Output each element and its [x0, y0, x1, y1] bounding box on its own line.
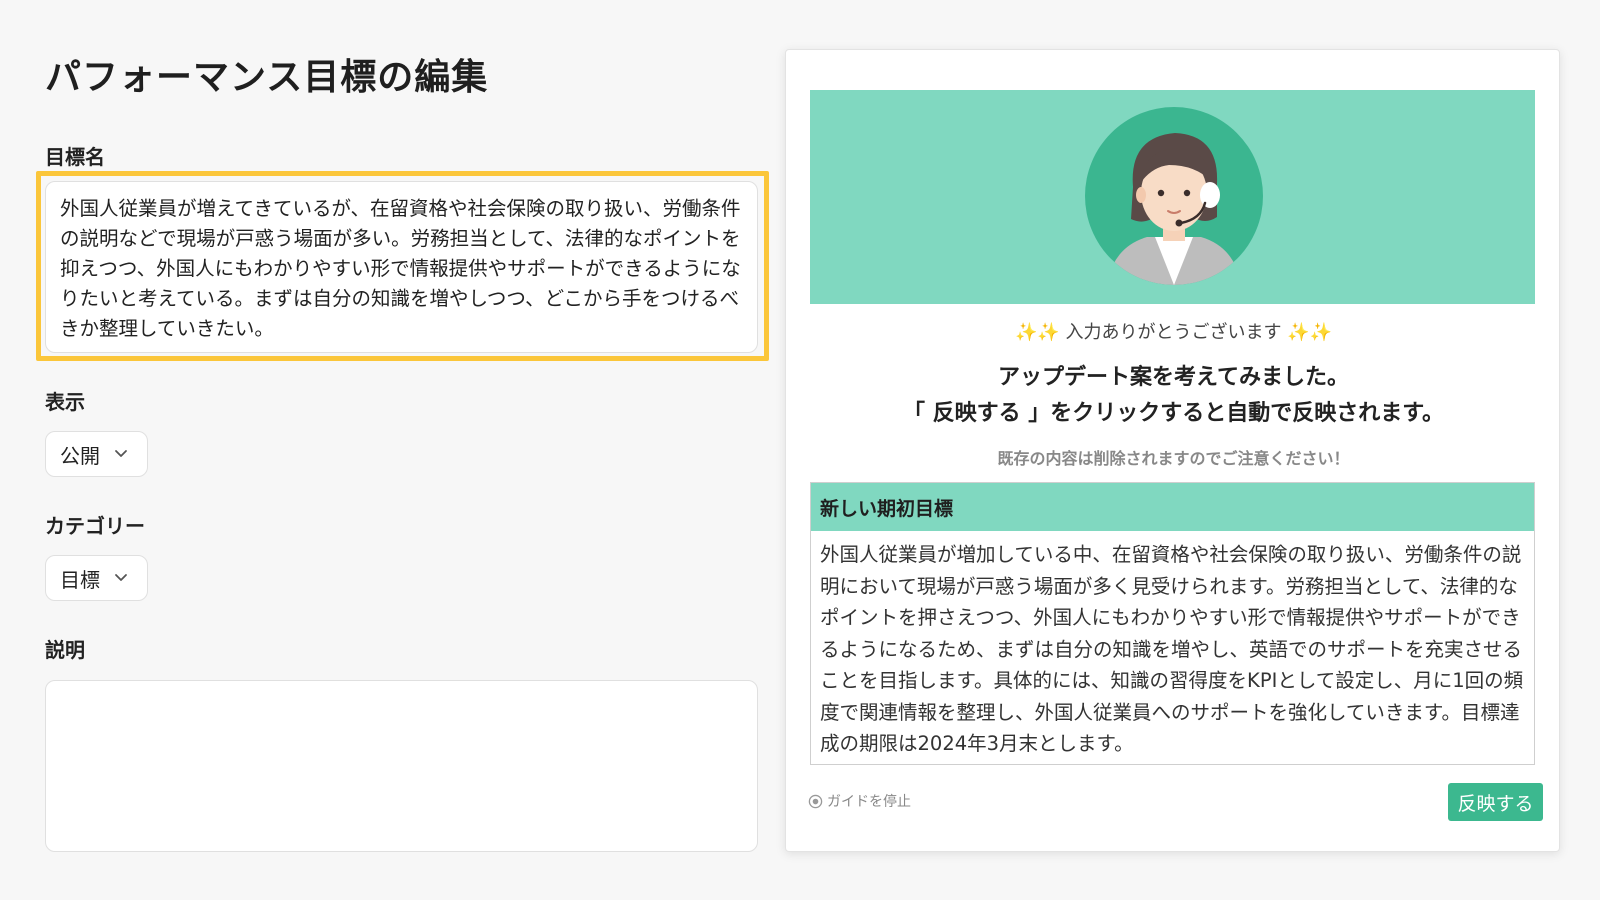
- chevron-down-icon: [115, 450, 127, 457]
- guide-headline-line-2: 「 反映する 」をクリックすると自動で反映されます。: [902, 401, 1445, 426]
- category-select-value: 目標: [60, 567, 100, 592]
- proposal-card: 新しい期初目標 外国人従業員が増加している中、在留資格や社会保険の取り扱い、労働…: [810, 482, 1535, 765]
- proposal-title: 新しい期初目標: [811, 483, 1534, 531]
- category-label: カテゴリー: [45, 514, 145, 538]
- edit-goal-page: パフォーマンス目標の編集 目標名 外国人従業員が増えてきているが、在留資格や社会…: [0, 0, 1600, 900]
- visibility-select-value: 公開: [60, 443, 100, 468]
- apply-button[interactable]: 反映する: [1448, 783, 1543, 821]
- category-select[interactable]: 目標: [45, 555, 148, 601]
- description-input[interactable]: [45, 680, 758, 852]
- overwrite-warning: 既存の内容は削除されますのでご注意ください！: [997, 449, 1350, 468]
- page-title: パフォーマンス目標の編集: [45, 57, 489, 98]
- goal-name-input[interactable]: 外国人従業員が増えてきているが、在留資格や社会保険の取り扱い、労働条件の説明など…: [45, 181, 758, 353]
- chevron-down-icon: [115, 574, 127, 581]
- visibility-select[interactable]: 公開: [45, 431, 148, 477]
- guide-headline-line-1: アップデート案を考えてみました。: [998, 365, 1349, 390]
- support-agent-icon: [1085, 107, 1263, 285]
- description-label: 説明: [45, 638, 85, 662]
- thanks-message: ✨✨ 入力ありがとうございます ✨✨: [1014, 322, 1333, 343]
- stop-guide-label: ガイドを停止: [827, 794, 911, 810]
- stop-guide-link[interactable]: ガイドを停止: [808, 791, 911, 811]
- proposal-body: 外国人従業員が増加している中、在留資格や社会保険の取り扱い、労働条件の説明におい…: [820, 543, 1524, 755]
- visibility-label: 表示: [45, 390, 85, 414]
- stop-circle-icon: [808, 794, 823, 808]
- ai-guide-panel: ✨✨ 入力ありがとうございます ✨✨ アップデート案を考えてみました。 「 反映…: [785, 49, 1560, 852]
- guide-headline: アップデート案を考えてみました。 「 反映する 」をクリックすると自動で反映され…: [786, 360, 1561, 432]
- guide-hero-banner: [810, 90, 1535, 304]
- goal-name-label: 目標名: [45, 145, 105, 169]
